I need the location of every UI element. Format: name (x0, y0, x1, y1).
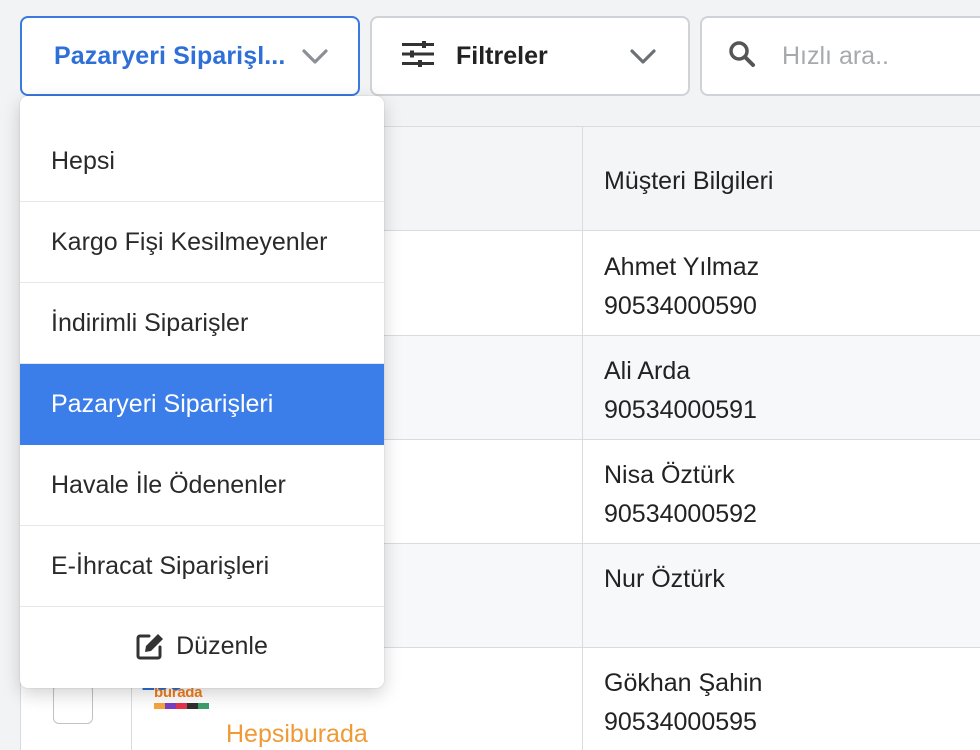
column-divider (582, 127, 583, 750)
order-segment-select[interactable]: Pazaryeri Siparişl... (20, 16, 360, 96)
customer-name: Nisa Öztürk (604, 461, 735, 489)
dropdown-item-e-export-orders[interactable]: E-İhracat Siparişleri (20, 526, 384, 607)
customer-info: Ahmet Yılmaz 90534000590 (604, 248, 759, 326)
customer-info: Gökhan Şahin 90534000595 (604, 664, 762, 742)
customer-phone: 90534000591 (604, 396, 757, 424)
quick-search-box[interactable] (700, 16, 980, 96)
customer-phone: 90534000592 (604, 500, 757, 528)
customer-phone: 90534000590 (604, 292, 757, 320)
dropdown-item-discounted-orders[interactable]: İndirimli Siparişler (20, 283, 384, 364)
order-segment-dropdown: Hepsi Kargo Fişi Kesilmeyenler İndirimli… (20, 96, 384, 688)
edit-label: Düzenle (176, 631, 268, 660)
filters-button[interactable]: Filtreler (370, 16, 690, 96)
customer-info: Nur Öztürk (604, 560, 725, 599)
dropdown-item-all[interactable]: Hepsi (20, 121, 384, 202)
customer-name: Ali Arda (604, 357, 691, 385)
quick-search-input[interactable] (782, 41, 980, 71)
customer-name: Ahmet Yılmaz (604, 253, 760, 281)
dropdown-item-paid-by-transfer[interactable]: Havale İle Ödenenler (20, 445, 384, 526)
row-select-checkbox[interactable] (53, 684, 93, 724)
filters-button-label: Filtreler (456, 41, 548, 70)
chevron-down-icon (302, 49, 328, 70)
sliders-icon (402, 40, 434, 72)
order-segment-select-label: Pazaryeri Siparişl... (54, 41, 286, 70)
toolbar: Pazaryeri Siparişl... Filtreler (0, 0, 980, 110)
search-icon (728, 40, 756, 73)
customer-info: Nisa Öztürk 90534000592 (604, 456, 757, 534)
customer-name: Gökhan Şahin (604, 669, 763, 697)
column-header-customer: Müşteri Bilgileri (604, 167, 774, 195)
customer-name: Nur Öztürk (604, 565, 725, 593)
customer-phone: 90534000595 (604, 708, 757, 736)
edit-segments-button[interactable]: Düzenle (20, 604, 384, 688)
edit-icon (136, 634, 164, 660)
marketplace-name: Hepsiburada (226, 720, 368, 748)
chevron-down-icon (630, 49, 656, 70)
customer-info: Ali Arda 90534000591 (604, 352, 757, 430)
dropdown-item-no-cargo-slip[interactable]: Kargo Fişi Kesilmeyenler (20, 202, 384, 283)
dropdown-item-marketplace-orders[interactable]: Pazaryeri Siparişleri (20, 364, 384, 445)
